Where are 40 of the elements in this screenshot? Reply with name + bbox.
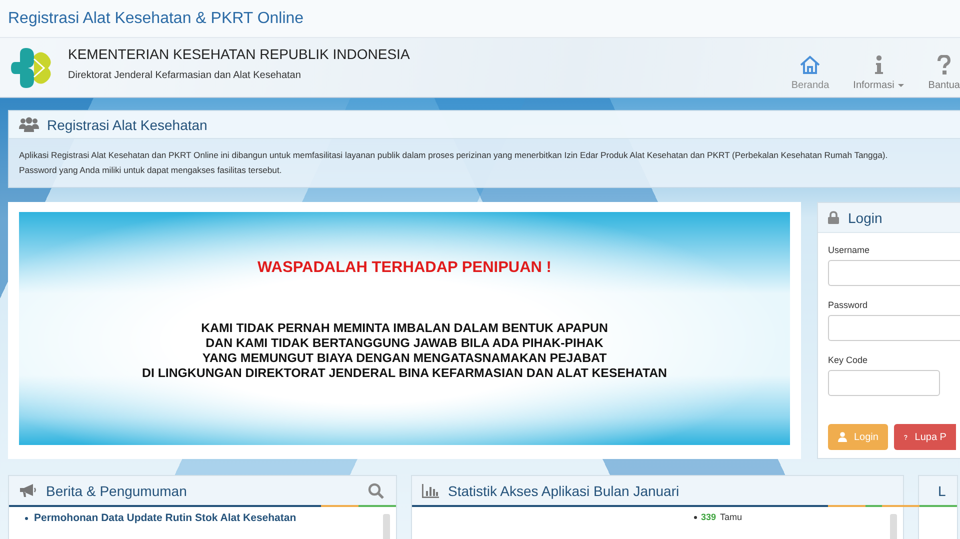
lock-icon: [828, 211, 839, 224]
bullet-icon: [25, 516, 28, 520]
panel-title: Login: [848, 210, 882, 226]
warning-text: DAN KAMI TIDAK BERTANGGUNG JAWAB BILA ADA PIHAK-PIHAK: [206, 336, 604, 350]
input-field[interactable]: [828, 315, 960, 341]
bar-chart-icon: [422, 484, 439, 498]
warning-text: KAMI TIDAK PERNAH MEMINTA IMBALAN DALAM BENTUK APAPUN: [201, 321, 608, 335]
panel-title: Statistik Akses Aplikasi Bulan Januari: [448, 482, 680, 498]
warning-text: DI LINGKUNGAN DIREKTORAT JENDERAL BINA KEFARMASIAN DAN ALAT KESEHATAN: [142, 366, 667, 380]
visitor-count: 339: [701, 512, 716, 522]
info-icon: [874, 55, 884, 75]
forgot-password-button[interactable]: Lupa P: [894, 424, 956, 450]
warning-text: YANG MEMUNGUT BIAYA DENGAN MENGATASNAMAKAN PEJABAT: [202, 351, 607, 365]
organization-name: KEMENTERIAN KESEHATAN REPUBLIK INDONESIA: [68, 46, 410, 62]
users-icon: [19, 117, 39, 132]
input-field[interactable]: [828, 260, 960, 286]
key-code-field[interactable]: [828, 370, 940, 396]
panel-title: Registrasi Alat Kesehatan: [47, 116, 208, 132]
description-text: Aplikasi Registrasi Alat Kesehatan dan PKRT Online ini dibangun untuk memfasilitasi layanan publik dalam proses perizinan yang menerbitkan Izin Edar Produk Alat Kesehatan dan PKRT (Perbekalan Kesehatan Rumah Tangga).: [19, 150, 889, 160]
nav-item[interactable]: Bantua: [916, 55, 960, 91]
directorate-name: Direktorat Jenderal Kefarmasian dan Alat Kesehatan: [68, 70, 302, 81]
panel-title: L: [938, 482, 946, 498]
field-label: Password: [828, 300, 869, 310]
news-link[interactable]: Permohonan Data Update Rutin Stok Alat Kesehatan: [34, 512, 296, 524]
description-text: Password yang Anda miliki untuk dapat mengakses fasilitas tersebut.: [19, 165, 283, 175]
field-label: Username: [828, 245, 871, 255]
home-icon: [799, 55, 822, 75]
panel-title: Berita & Pengumuman: [46, 482, 187, 498]
question-icon: [937, 55, 952, 75]
search-icon[interactable]: [368, 482, 384, 498]
nav-item[interactable]: Informasi: [841, 55, 916, 91]
user-icon: [838, 432, 847, 442]
nav-item[interactable]: Beranda: [779, 55, 842, 91]
warning-headline: WASPADALAH TERHADAP PENIPUAN !: [258, 259, 552, 277]
bullet-icon: [694, 516, 697, 518]
visitor-label: Tamu: [720, 512, 742, 522]
megaphone-icon: [19, 483, 37, 498]
page-title: Registrasi Alat Kesehatan & PKRT Online: [0, 0, 960, 38]
question-icon: [904, 432, 908, 442]
field-label: Key Code: [828, 355, 869, 365]
